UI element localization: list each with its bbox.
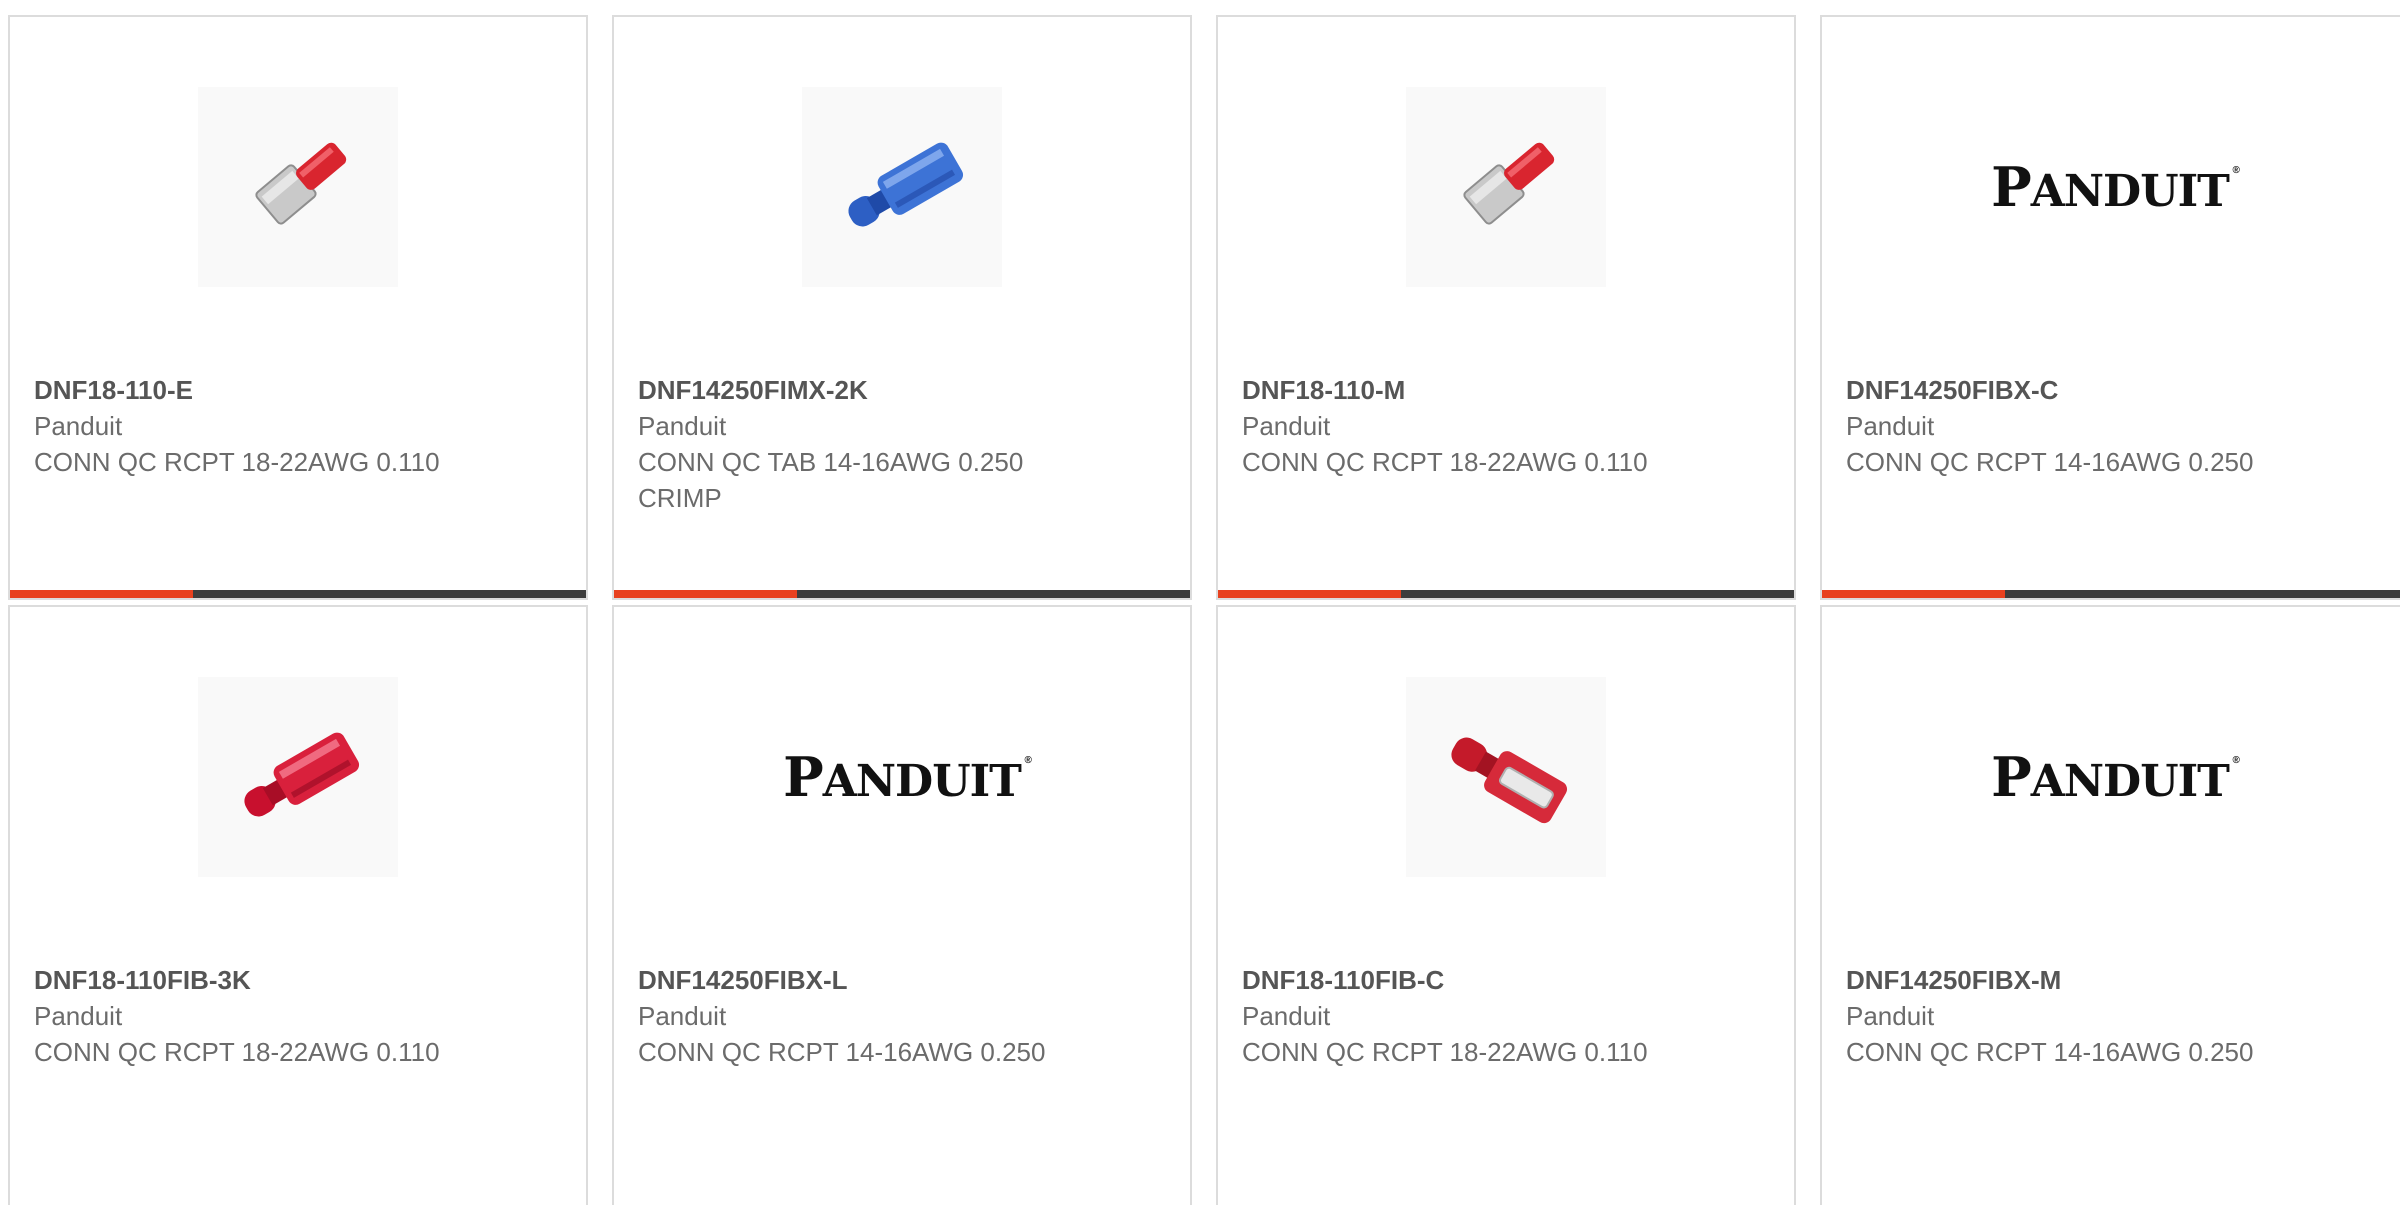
red-receptacle-metal-icon bbox=[255, 142, 347, 225]
manufacturer: Panduit bbox=[34, 411, 123, 441]
product-image[interactable] bbox=[10, 87, 586, 287]
product-card[interactable]: DNF18-110-M Panduit CONN QC RCPT 18-22AW… bbox=[1216, 15, 1796, 600]
part-number[interactable]: DNF18-110FIB-C bbox=[1242, 962, 1770, 998]
part-number[interactable]: DNF18-110-E bbox=[34, 372, 562, 408]
card-bottom-bar bbox=[1218, 590, 1794, 598]
manufacturer: Panduit bbox=[1242, 1001, 1331, 1031]
manufacturer: Panduit bbox=[34, 1001, 123, 1031]
product-image[interactable]: PANDUIT ® bbox=[1822, 677, 2398, 877]
product-card[interactable]: PANDUIT ® DNF14250FIBX-L Panduit CONN QC … bbox=[612, 605, 1192, 1205]
card-accent bbox=[1822, 590, 2005, 598]
description: CONN QC TAB 14-16AWG 0.250 CRIMP bbox=[638, 447, 1024, 513]
part-number[interactable]: DNF18-110FIB-3K bbox=[34, 962, 562, 998]
product-image[interactable] bbox=[614, 87, 1190, 287]
description: CONN QC RCPT 18-22AWG 0.110 bbox=[34, 1037, 440, 1067]
description: CONN QC RCPT 14-16AWG 0.250 bbox=[1846, 447, 2254, 477]
product-card[interactable]: DNF14250FIMX-2K Panduit CONN QC TAB 14-1… bbox=[612, 15, 1192, 600]
description: CONN QC RCPT 18-22AWG 0.110 bbox=[1242, 447, 1648, 477]
part-number[interactable]: DNF14250FIBX-L bbox=[638, 962, 1166, 998]
manufacturer: Panduit bbox=[638, 411, 727, 441]
manufacturer: Panduit bbox=[638, 1001, 727, 1031]
product-card[interactable]: DNF18-110-E Panduit CONN QC RCPT 18-22AW… bbox=[8, 15, 588, 600]
panduit-logo: PANDUIT ® bbox=[1991, 155, 2240, 219]
product-card[interactable]: DNF18-110FIB-3K Panduit CONN QC RCPT 18-… bbox=[8, 605, 588, 1205]
product-card[interactable]: DNF18-110FIB-C Panduit CONN QC RCPT 18-2… bbox=[1216, 605, 1796, 1205]
red-receptacle-metal-icon bbox=[1463, 142, 1555, 225]
part-number[interactable]: DNF14250FIBX-M bbox=[1846, 962, 2384, 998]
panduit-logo: PANDUIT ® bbox=[783, 745, 1032, 809]
product-grid: DNF18-110-E Panduit CONN QC RCPT 18-22AW… bbox=[0, 0, 2400, 1205]
manufacturer: Panduit bbox=[1242, 411, 1331, 441]
part-number[interactable]: DNF18-110-M bbox=[1242, 372, 1770, 408]
part-number[interactable]: DNF14250FIMX-2K bbox=[638, 372, 1166, 408]
red-insulated-receptacle-icon bbox=[244, 732, 360, 817]
panduit-logo: PANDUIT ® bbox=[1991, 745, 2240, 809]
description: CONN QC RCPT 18-22AWG 0.110 bbox=[34, 447, 440, 477]
card-accent bbox=[10, 590, 193, 598]
manufacturer: Panduit bbox=[1846, 1001, 1935, 1031]
product-card[interactable]: PANDUIT ® DNF14250FIBX-M Panduit CONN QC … bbox=[1820, 605, 2400, 1205]
card-bottom-bar bbox=[614, 590, 1190, 598]
card-accent bbox=[1218, 590, 1401, 598]
blue-tab-icon bbox=[848, 142, 964, 227]
product-image[interactable]: PANDUIT ® bbox=[1822, 87, 2398, 287]
card-bottom-bar bbox=[10, 590, 586, 598]
product-card[interactable]: PANDUIT ® DNF14250FIBX-C Panduit CONN QC … bbox=[1820, 15, 2400, 600]
card-bottom-bar bbox=[1822, 590, 2400, 598]
product-image[interactable] bbox=[10, 677, 586, 877]
red-flat-receptacle-icon bbox=[1451, 737, 1568, 824]
description: CONN QC RCPT 14-16AWG 0.250 bbox=[1846, 1037, 2254, 1067]
product-image[interactable]: PANDUIT ® bbox=[614, 677, 1190, 877]
product-image[interactable] bbox=[1218, 87, 1794, 287]
description: CONN QC RCPT 18-22AWG 0.110 bbox=[1242, 1037, 1648, 1067]
description: CONN QC RCPT 14-16AWG 0.250 bbox=[638, 1037, 1046, 1067]
product-image[interactable] bbox=[1218, 677, 1794, 877]
part-number[interactable]: DNF14250FIBX-C bbox=[1846, 372, 2384, 408]
card-accent bbox=[614, 590, 797, 598]
manufacturer: Panduit bbox=[1846, 411, 1935, 441]
